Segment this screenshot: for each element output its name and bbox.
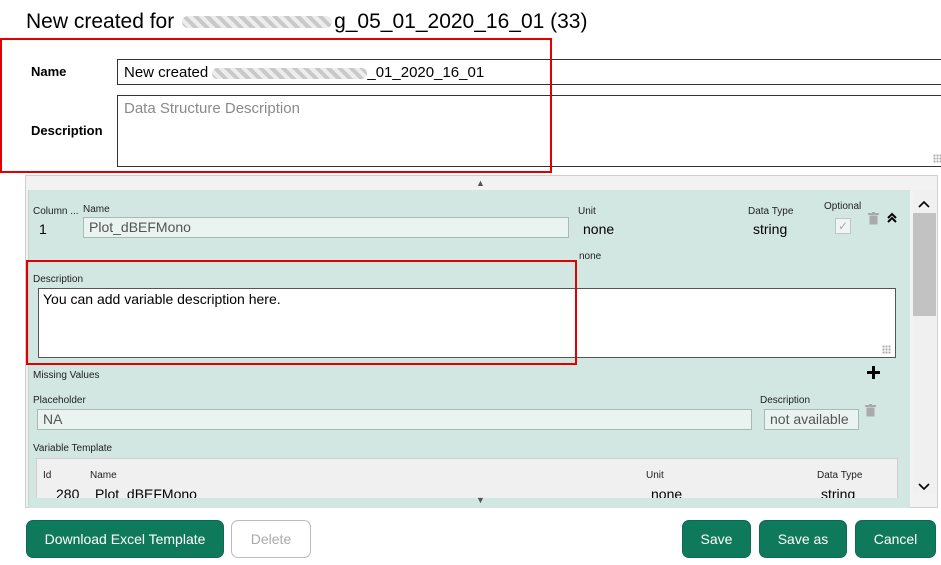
unit-value: none (583, 221, 615, 237)
highlight-box (0, 38, 552, 173)
chevron-up-icon[interactable] (918, 195, 930, 213)
page-title: New created for g_05_01_2020_16_01 (33) (26, 10, 587, 34)
trash-icon[interactable] (865, 404, 876, 420)
plus-icon[interactable] (867, 366, 880, 384)
triangle-up-icon[interactable]: ▲ (476, 178, 485, 188)
template-unit-value: none (651, 486, 683, 498)
name-header: Name (83, 204, 110, 215)
trash-icon[interactable] (868, 212, 879, 228)
placeholder-label: Placeholder (33, 395, 86, 406)
column-value: 1 (39, 221, 47, 237)
template-name-value: Plot_dBEFMono (95, 486, 197, 498)
optional-header: Optional (824, 201, 862, 212)
resize-grip-icon[interactable] (933, 154, 941, 163)
datatype-header: Data Type (748, 206, 794, 217)
save-as-button[interactable]: Save as (759, 520, 847, 558)
template-unit-header: Unit (646, 470, 664, 481)
delete-button[interactable]: Delete (231, 520, 311, 558)
download-excel-template-button[interactable]: Download Excel Template (26, 520, 224, 558)
template-datatype-value: string (821, 486, 856, 498)
save-button[interactable]: Save (682, 520, 751, 558)
unit-header: Unit (578, 206, 596, 217)
template-id-value: 280 (56, 486, 80, 498)
resize-grip-icon[interactable] (882, 345, 891, 354)
placeholder-value: NA (43, 411, 63, 427)
mv-description-value: not available (770, 411, 849, 427)
variable-template-table: Id Name Unit Data Type 280 Plot_dBEFMono… (36, 458, 898, 498)
variable-name-value: Plot_dBEFMono (89, 219, 191, 235)
variable-name-input[interactable]: Plot_dBEFMono (83, 217, 569, 238)
title-start: New created for (26, 10, 181, 33)
datatype-value: string (753, 221, 788, 237)
highlight-box (26, 260, 577, 365)
cancel-button[interactable]: Cancel (855, 520, 936, 558)
checkmark-icon: ✓ (837, 219, 849, 233)
scrollbar-thumb[interactable] (913, 213, 936, 316)
missing-values-label: Missing Values (33, 370, 100, 381)
mv-description-input[interactable]: not available (764, 409, 859, 430)
template-datatype-header: Data Type (817, 470, 863, 481)
mv-description-label: Description (760, 395, 811, 406)
redacted-text (182, 16, 333, 29)
template-id-header: Id (43, 470, 52, 481)
unit-sub: none (579, 251, 602, 262)
title-end: g_05_01_2020_16_01 (33) (334, 10, 588, 33)
column-header: Column ... (33, 206, 79, 217)
triangle-down-icon[interactable]: ▼ (476, 495, 485, 505)
chevron-double-up-icon[interactable] (887, 212, 897, 227)
placeholder-input[interactable]: NA (37, 409, 752, 430)
chevron-down-icon[interactable] (918, 478, 930, 496)
variable-template-label: Variable Template (33, 443, 113, 454)
optional-checkbox[interactable]: ✓ (835, 218, 851, 234)
template-name-header: Name (90, 470, 117, 481)
